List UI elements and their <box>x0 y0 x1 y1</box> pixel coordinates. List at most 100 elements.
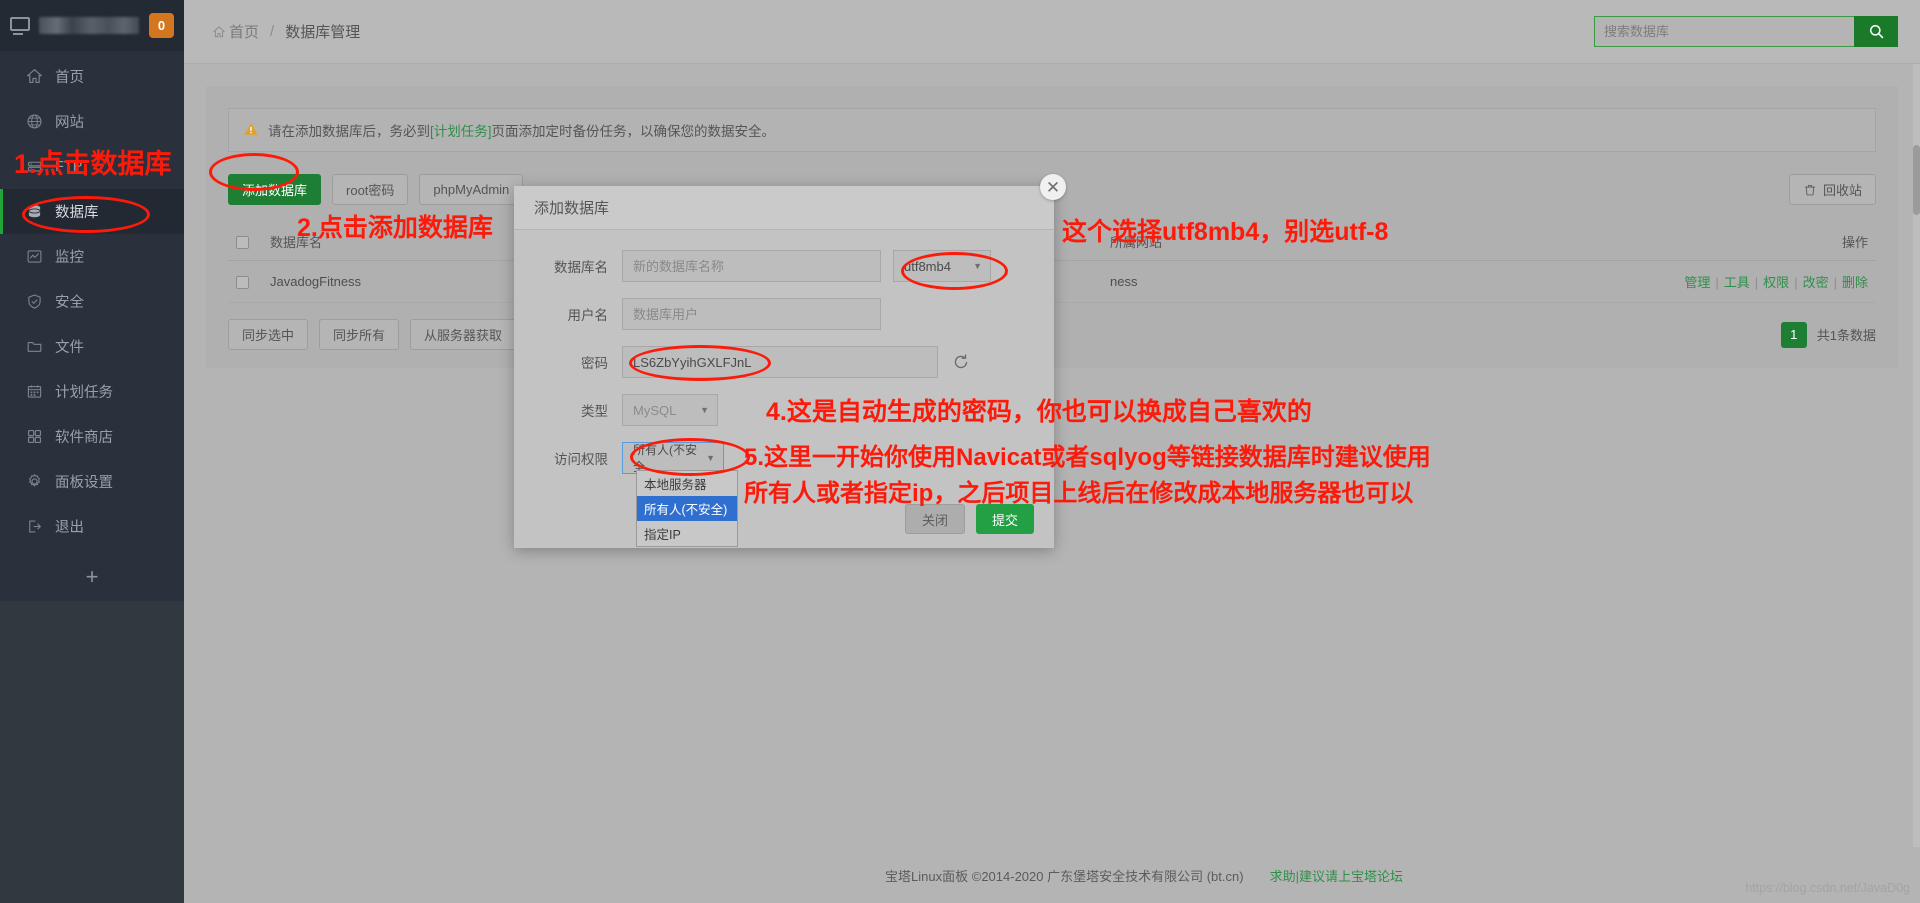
row-checkbox[interactable] <box>236 276 249 290</box>
home-icon <box>213 25 225 37</box>
sidebar-item-label: 监控 <box>55 250 84 266</box>
pagination: 1 共1条数据 <box>1780 321 1876 348</box>
search-input[interactable] <box>1594 16 1854 47</box>
breadcrumb-home[interactable]: 首页 <box>212 21 259 42</box>
permission-option-specific-ip[interactable]: 指定IP <box>637 521 737 546</box>
footer: 宝塔Linux面板 ©2014-2020 广东堡塔安全技术有限公司 (bt.cn… <box>368 847 1920 903</box>
annotation-1: 1.点击数据库 <box>14 149 172 179</box>
phpmyadmin-button[interactable]: phpMyAdmin <box>419 174 524 205</box>
row-action-manage[interactable]: 管理 <box>1684 275 1710 290</box>
sidebar-item-home[interactable]: 首页 <box>0 54 184 99</box>
type-label: 类型 <box>581 404 608 419</box>
dbname-label: 数据库名 <box>554 260 608 275</box>
alert-text-prefix: 请在添加数据库后，务必到 <box>268 124 430 139</box>
annotation-3: 这个选择utf8mb4，别选utf-8 <box>1062 218 1389 246</box>
notification-badge[interactable]: 0 <box>149 13 174 38</box>
sidebar-item-monitor[interactable]: 监控 <box>0 234 184 279</box>
regenerate-password-button[interactable] <box>950 351 972 373</box>
scrollbar-thumb[interactable] <box>1913 145 1920 215</box>
total-count-label: 共1条数据 <box>1816 328 1876 343</box>
sidebar-item-settings[interactable]: 面板设置 <box>0 459 184 504</box>
annotation-2: 2.点击添加数据库 <box>297 214 493 242</box>
select-all-checkbox[interactable] <box>236 236 249 250</box>
annotation-ellipse-password <box>629 345 771 381</box>
annotation-4: 4.这是自动生成的密码，你也可以换成自己喜欢的 <box>766 398 1312 426</box>
annotation-ellipse-permission-select <box>630 438 750 476</box>
annotation-5-line2: 所有人或者指定ip，之后项目上线后在修改成本地服务器也可以 <box>744 480 1414 507</box>
grid-apps-icon <box>26 428 43 445</box>
search-box <box>1594 16 1898 47</box>
sidebar-item-appstore[interactable]: 软件商店 <box>0 414 184 459</box>
search-button[interactable] <box>1854 16 1898 47</box>
username-input[interactable] <box>622 298 881 330</box>
password-label: 密码 <box>581 356 608 371</box>
warning-icon <box>243 121 259 140</box>
permission-dropdown-list[interactable]: 本地服务器 所有人(不安全) 指定IP <box>636 470 738 547</box>
footer-forum-link[interactable]: 求助|建议请上宝塔论坛 <box>1270 866 1403 885</box>
app-root: 0 首页 网站 FTP 数据库 监控 安全 文件 计划任务 软件商店 面板设置 … <box>0 0 1920 903</box>
sidebar-item-logout[interactable]: 退出 <box>0 504 184 549</box>
toolbar-right-group: 回收站 <box>1788 174 1876 205</box>
table-header-checkbox <box>228 223 262 261</box>
permission-label: 访问权限 <box>554 452 608 467</box>
sidebar-nav: 首页 网站 FTP 数据库 监控 安全 文件 计划任务 软件商店 面板设置 退出 <box>0 51 184 549</box>
row-action-tools[interactable]: 工具 <box>1724 275 1750 290</box>
globe-icon <box>26 113 43 130</box>
sidebar-item-files[interactable]: 文件 <box>0 324 184 369</box>
breadcrumb-current: 数据库管理 <box>285 24 361 41</box>
dialog-title: 添加数据库 <box>514 186 1054 230</box>
fetch-from-server-button[interactable]: 从服务器获取 <box>410 319 517 350</box>
topbar: 首页 / 数据库管理 <box>184 0 1920 64</box>
monitor-icon <box>10 16 32 35</box>
sidebar-item-security[interactable]: 安全 <box>0 279 184 324</box>
sidebar-add-button[interactable]: + <box>0 553 184 601</box>
shield-check-icon <box>26 293 43 310</box>
sidebar-item-label: 安全 <box>55 295 84 311</box>
trash-icon <box>1805 184 1815 195</box>
field-row-username: 用户名 <box>534 298 1034 330</box>
table-header-actions: 操作 <box>1676 223 1876 261</box>
sidebar-item-label: 文件 <box>55 340 84 356</box>
username-label: 用户名 <box>567 308 609 323</box>
cron-task-link[interactable]: [计划任务] <box>430 120 492 140</box>
submit-button[interactable]: 提交 <box>975 504 1034 534</box>
sidebar-item-label: 网站 <box>55 115 84 131</box>
calendar-icon <box>26 383 43 400</box>
sidebar: 0 首页 网站 FTP 数据库 监控 安全 文件 计划任务 软件商店 面板设置 … <box>0 0 184 903</box>
cancel-button[interactable]: 关闭 <box>904 504 965 534</box>
row-action-changepw[interactable]: 改密 <box>1803 275 1829 290</box>
annotation-ellipse-add-db-button <box>209 153 299 191</box>
permission-option-everyone[interactable]: 所有人(不安全) <box>637 496 737 521</box>
sidebar-item-label: 首页 <box>55 70 84 86</box>
alert-text-suffix: 页面添加定时备份任务，以确保您的数据安全。 <box>491 124 776 139</box>
footer-copyright: 宝塔Linux面板 ©2014-2020 广东堡塔安全技术有限公司 (bt.cn… <box>885 868 1244 884</box>
page-number[interactable]: 1 <box>1780 321 1807 348</box>
type-select[interactable]: MySQL ▼ <box>622 394 718 426</box>
row-site: ness <box>1102 260 1676 303</box>
refresh-icon <box>954 354 968 369</box>
sync-selected-button[interactable]: 同步选中 <box>228 319 309 350</box>
sidebar-item-cron[interactable]: 计划任务 <box>0 369 184 414</box>
close-icon[interactable]: ✕ <box>1040 174 1066 200</box>
annotation-ellipse-charset-select <box>901 252 1008 290</box>
sidebar-item-label: 软件商店 <box>55 430 113 446</box>
row-action-delete[interactable]: 删除 <box>1842 275 1868 290</box>
row-dbname: JavadogFitness <box>262 260 512 303</box>
sidebar-item-label: 退出 <box>55 520 84 536</box>
monitor-chart-icon <box>26 248 43 265</box>
sync-all-button[interactable]: 同步所有 <box>319 319 400 350</box>
dbname-input[interactable] <box>622 250 881 282</box>
root-password-button[interactable]: root密码 <box>332 174 409 205</box>
annotation-ellipse-database-nav <box>22 196 150 233</box>
gear-icon <box>26 473 43 490</box>
recycle-bin-label: 回收站 <box>1822 183 1862 198</box>
home-icon <box>26 68 43 85</box>
row-action-permission[interactable]: 权限 <box>1763 275 1789 290</box>
sidebar-item-label: 面板设置 <box>55 475 113 491</box>
chevron-down-icon: ▼ <box>700 405 709 415</box>
breadcrumb: 首页 / 数据库管理 <box>212 21 360 42</box>
recycle-bin-button[interactable]: 回收站 <box>1788 174 1876 205</box>
watermark: https://blog.csdn.net/JavaD0g <box>1745 881 1910 895</box>
annotation-5-line1: 5.这里一开始你使用Navicat或者sqlyog等链接数据库时建议使用 <box>744 444 1431 471</box>
sidebar-item-website[interactable]: 网站 <box>0 99 184 144</box>
